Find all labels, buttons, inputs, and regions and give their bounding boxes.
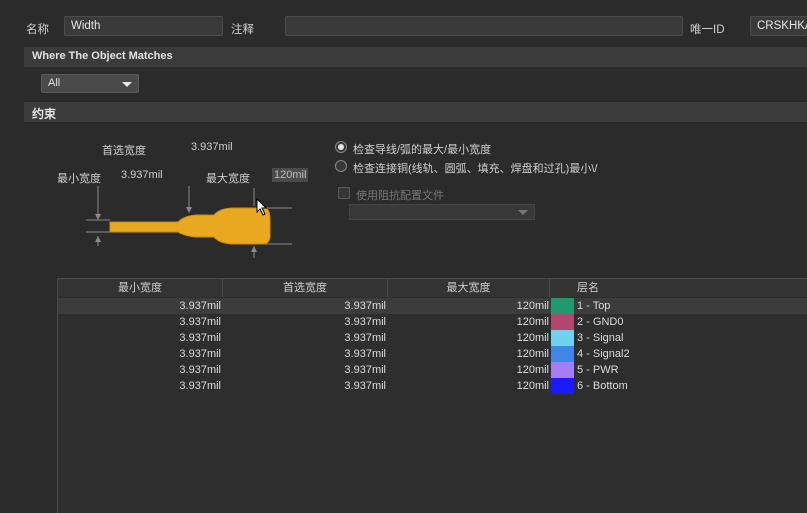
preferred-width-value[interactable]: 3.937mil bbox=[191, 141, 233, 153]
radio-check-copper-width[interactable] bbox=[335, 160, 347, 172]
mouse-cursor-icon bbox=[256, 198, 268, 216]
layer-name-cell: 3 - Signal bbox=[577, 332, 624, 344]
radio-check-trace-width-label[interactable]: 检查导线/弧的最大/最小宽度 bbox=[353, 141, 491, 157]
radio-check-trace-width[interactable] bbox=[335, 141, 347, 153]
trace-width-diagram bbox=[86, 186, 292, 258]
preferred-width-cell[interactable]: 3.937mil bbox=[223, 314, 386, 330]
max-width-cell[interactable]: 120mil bbox=[388, 378, 549, 394]
layer-name-cell: 6 - Bottom bbox=[577, 380, 628, 392]
use-impedance-profile-label: 使用阻抗配置文件 bbox=[356, 190, 444, 202]
table-row[interactable]: 3.937mil 3.937mil 120mil 2 - GND0 bbox=[58, 314, 807, 330]
constraints-header: 约束 bbox=[24, 102, 807, 122]
preferred-width-cell[interactable]: 3.937mil bbox=[223, 330, 386, 346]
column-header-preferred-width[interactable]: 首选宽度 bbox=[223, 279, 388, 297]
table-row[interactable]: 3.937mil 3.937mil 120mil 6 - Bottom bbox=[58, 378, 807, 394]
layer-name-cell: 2 - GND0 bbox=[577, 316, 624, 328]
uid-label: 唯一ID bbox=[690, 24, 725, 36]
preferred-width-cell[interactable]: 3.937mil bbox=[223, 298, 386, 314]
column-header-min-width[interactable]: 最小宽度 bbox=[58, 279, 223, 297]
chevron-down-icon bbox=[122, 82, 132, 87]
comment-label: 注释 bbox=[231, 24, 254, 36]
radio-check-copper-width-label[interactable]: 检查连接铜(线轨、圆弧、填充、焊盘和过孔)最小\/ bbox=[353, 160, 597, 176]
min-width-cell[interactable]: 3.937mil bbox=[58, 378, 221, 394]
use-impedance-profile-checkbox[interactable] bbox=[338, 187, 350, 199]
table-row[interactable]: 3.937mil 3.937mil 120mil 5 - PWR bbox=[58, 362, 807, 378]
max-width-cell[interactable]: 120mil bbox=[388, 330, 549, 346]
layer-color-swatch bbox=[551, 346, 574, 362]
max-width-cell[interactable]: 120mil bbox=[388, 298, 549, 314]
table-header: 最小宽度 首选宽度 最大宽度 层名 bbox=[58, 279, 807, 297]
min-width-cell[interactable]: 3.937mil bbox=[58, 362, 221, 378]
layer-name-cell: 5 - PWR bbox=[577, 364, 619, 376]
name-label: 名称 bbox=[26, 24, 49, 36]
preferred-width-label: 首选宽度 bbox=[102, 145, 146, 157]
min-width-cell[interactable]: 3.937mil bbox=[58, 298, 221, 314]
name-input[interactable]: Width bbox=[64, 16, 223, 36]
where-matches-header: Where The Object Matches bbox=[24, 47, 807, 67]
layer-color-swatch bbox=[551, 314, 574, 330]
layer-color-swatch bbox=[551, 298, 574, 314]
scope-dropdown[interactable]: All bbox=[41, 74, 139, 93]
column-header-max-width[interactable]: 最大宽度 bbox=[388, 279, 550, 297]
layer-name-cell: 4 - Signal2 bbox=[577, 348, 630, 360]
layer-color-swatch bbox=[551, 330, 574, 346]
uid-input[interactable]: CRSKHKAN bbox=[750, 16, 807, 36]
preferred-width-cell[interactable]: 3.937mil bbox=[223, 378, 386, 394]
preferred-width-cell[interactable]: 3.937mil bbox=[223, 346, 386, 362]
scope-dropdown-value: All bbox=[48, 77, 61, 89]
impedance-profile-dropdown[interactable] bbox=[349, 204, 535, 220]
layer-color-swatch bbox=[551, 362, 574, 378]
table-row[interactable]: 3.937mil 3.937mil 120mil 4 - Signal2 bbox=[58, 346, 807, 362]
preferred-width-cell[interactable]: 3.937mil bbox=[223, 362, 386, 378]
layer-color-swatch bbox=[551, 378, 574, 394]
comment-input[interactable] bbox=[285, 16, 683, 36]
layer-name-cell: 1 - Top bbox=[577, 300, 611, 312]
max-width-cell[interactable]: 120mil bbox=[388, 346, 549, 362]
max-width-cell[interactable]: 120mil bbox=[388, 362, 549, 378]
chevron-down-icon bbox=[518, 210, 528, 215]
layer-width-table: 最小宽度 首选宽度 最大宽度 层名 3.937mil 3.937mil 120m… bbox=[57, 278, 807, 513]
table-row[interactable]: 3.937mil 3.937mil 120mil 1 - Top bbox=[58, 298, 807, 314]
table-row[interactable]: 3.937mil 3.937mil 120mil 3 - Signal bbox=[58, 330, 807, 346]
min-width-cell[interactable]: 3.937mil bbox=[58, 346, 221, 362]
column-header-layer-name[interactable]: 层名 bbox=[550, 279, 807, 297]
max-width-cell[interactable]: 120mil bbox=[388, 314, 549, 330]
min-width-cell[interactable]: 3.937mil bbox=[58, 330, 221, 346]
min-width-cell[interactable]: 3.937mil bbox=[58, 314, 221, 330]
